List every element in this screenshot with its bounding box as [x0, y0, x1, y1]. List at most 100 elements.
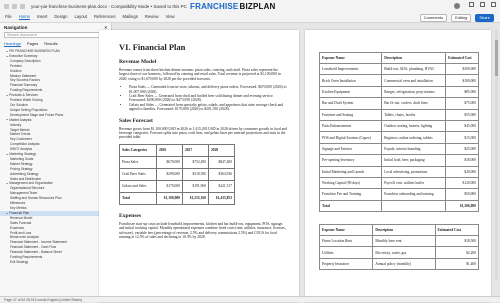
ribbon-tab-list: File Home Insert Design Layout References Mail… [0, 14, 175, 20]
table-cell: $191,960 [182, 180, 208, 192]
nav-heading-label: Key Metrics [10, 206, 27, 210]
close-icon[interactable] [491, 2, 496, 7]
table-cell: $18,000 [446, 155, 479, 166]
expand-arrow-icon[interactable] [6, 154, 8, 155]
table-row: Craft Beer Sales$290,000$318,390$364,936 [120, 168, 235, 180]
table-cell: Façade, interior branding [382, 143, 446, 154]
expand-arrow-icon[interactable] [6, 183, 8, 184]
expand-arrow-icon[interactable] [6, 119, 8, 120]
table-header-cell: Estimated Cost [435, 225, 478, 236]
nav-heading-item[interactable]: Exit Strategy [0, 260, 111, 265]
table-header-row: Expense NameDescriptionEstimated Cost [320, 53, 479, 64]
autosave-icon[interactable] [4, 4, 9, 9]
table-cell: $1,433,853 [208, 192, 234, 204]
minimize-icon[interactable] [469, 2, 474, 7]
table-header-cell: Sales Categories [120, 144, 157, 156]
nav-heading-label: Pricing Strategy [10, 167, 33, 171]
table-header-cell: Description [382, 53, 446, 64]
nav-heading-label: Sales Forecast [10, 221, 31, 225]
navigation-title: Navigation [4, 25, 27, 30]
ribbon-tab[interactable]: Review [145, 14, 159, 20]
table-cell: Leasehold Improvements [320, 64, 382, 75]
table-row: Gelato and Sides$170,000$191,960$221,517 [120, 180, 235, 192]
ribbon-tab[interactable]: Design [54, 14, 67, 20]
revenue-model-heading: Revenue Model [119, 59, 287, 65]
expand-arrow-icon[interactable] [6, 51, 8, 52]
table-row: Working Capital (90 days)Payroll, rent, … [320, 177, 479, 188]
nav-heading-label: Unique Selling Proposition [10, 108, 47, 112]
editing-button[interactable]: Editing [451, 14, 471, 22]
brand-logo: FRANCHISE BIZPLAN [190, 0, 276, 12]
table-cell: $290,000 [156, 168, 182, 180]
expand-arrow-icon[interactable] [6, 56, 8, 57]
table-header-row: Sales Categories202620272028 [120, 144, 235, 156]
table-cell: $1,206,000 [446, 200, 479, 211]
table-row: Kitchen EquipmentRanges, refrigeration, … [320, 86, 479, 97]
table-cell: $15,000 [446, 132, 479, 143]
table-cell: $50,000 [446, 189, 479, 200]
financial-plan-section: VI. Financial Plan Revenue Model Revenue… [119, 42, 287, 244]
ribbon-tab[interactable]: File [5, 14, 12, 20]
table-cell: POS and Digital Systems (Capex) [320, 132, 382, 143]
nav-heading-label: Problem Worth Solving [10, 98, 43, 102]
table-cell: Registers, online ordering, tablets [382, 132, 446, 143]
table-header-row: Expense NameDescriptionEstimated Cost [320, 225, 479, 236]
undo-icon[interactable] [20, 4, 25, 9]
table-header-cell: 2028 [208, 144, 234, 156]
nav-heading-label: Expenses [10, 226, 24, 230]
search-input[interactable]: Search document ⌕ [4, 32, 107, 38]
ribbon-tab[interactable]: Home [19, 14, 30, 20]
table-cell: $170,000 [156, 180, 182, 192]
ribbon-tab[interactable]: Insert [37, 14, 47, 20]
maximize-icon[interactable] [480, 2, 485, 7]
nav-tab[interactable]: Headings [4, 41, 21, 47]
nav-tab[interactable]: Pages [27, 41, 38, 47]
comments-button[interactable]: Comments [420, 14, 447, 22]
nav-heading-label: Financial Statement - Balance Sheet [10, 250, 62, 254]
expense-tables: Expense NameDescriptionEstimated CostLea… [319, 52, 479, 270]
table-cell: $670,000 [156, 156, 182, 168]
revenue-bullets: Pizza Sales — Generated from in-store, t… [119, 85, 287, 111]
ribbon-tab[interactable]: Mailings [122, 14, 137, 20]
nav-heading-label: Sales and Distribution [10, 177, 41, 181]
nav-heading-label: Target Market [10, 128, 30, 132]
nav-heading-label: Competition Analysis [10, 142, 40, 146]
nav-heading-label: Industry [10, 123, 21, 127]
expand-arrow-icon[interactable] [6, 95, 8, 96]
sales-forecast-paragraph: Revenue grows from $1,100,000 USD in 202… [119, 127, 287, 140]
table-cell: $25,000 [446, 143, 479, 154]
table-cell: $364,936 [208, 168, 234, 180]
ribbon-tab[interactable]: References [94, 14, 115, 20]
nav-heading-label: Staffing and Human Resources Plan [10, 196, 62, 200]
table-cell: $75,000 [446, 98, 479, 109]
ribbon-tab[interactable]: Layout [74, 14, 87, 20]
table-row: UtilitiesElectricity, water, gas$2,200 [320, 247, 479, 258]
table-cell: Gelato and Sides [120, 180, 157, 192]
table-cell: $1,255,160 [182, 192, 208, 204]
ribbon-tab[interactable]: View [166, 14, 175, 20]
table-row: Pizza Sales$670,000$752,490$847,400 [120, 156, 235, 168]
nav-heading-label: Financial Statement - Cash Flow [10, 245, 56, 249]
nav-tab[interactable]: Results [44, 41, 57, 47]
scrollbar-thumb[interactable] [495, 40, 498, 76]
table-header-cell: Estimated Cost [446, 53, 479, 64]
nav-heading-label: PIE FRANCHISE BUSINESS PLAN [9, 49, 60, 53]
table-header-cell: 2027 [182, 144, 208, 156]
save-icon[interactable] [12, 4, 17, 9]
avatar[interactable] [454, 3, 460, 9]
brand-part1: FRANCHISE [190, 2, 238, 11]
close-icon[interactable]: × [104, 25, 107, 30]
table-cell: Initial food, beer, packaging [382, 155, 446, 166]
nav-heading-label: Revenue Model [10, 216, 32, 220]
table-cell: Outdoor seating, heaters, lighting [382, 120, 446, 131]
table-cell: Build-out, ADA, plumbing, HVAC [382, 64, 446, 75]
share-button[interactable]: Share [475, 14, 494, 22]
expand-arrow-icon[interactable] [6, 213, 8, 214]
status-bar: Page 47 of 64 28,913 words English (Unit… [0, 296, 500, 302]
table-cell: Craft Beer Sales [120, 168, 157, 180]
table-cell: $120,000 [446, 177, 479, 188]
table-cell: Patio Enhancements [320, 120, 382, 131]
vertical-scrollbar[interactable] [495, 30, 498, 280]
nav-heading-label: Management Team [10, 191, 37, 195]
revenue-bullet: Gelato and Sides — Generated from specia… [129, 103, 287, 112]
